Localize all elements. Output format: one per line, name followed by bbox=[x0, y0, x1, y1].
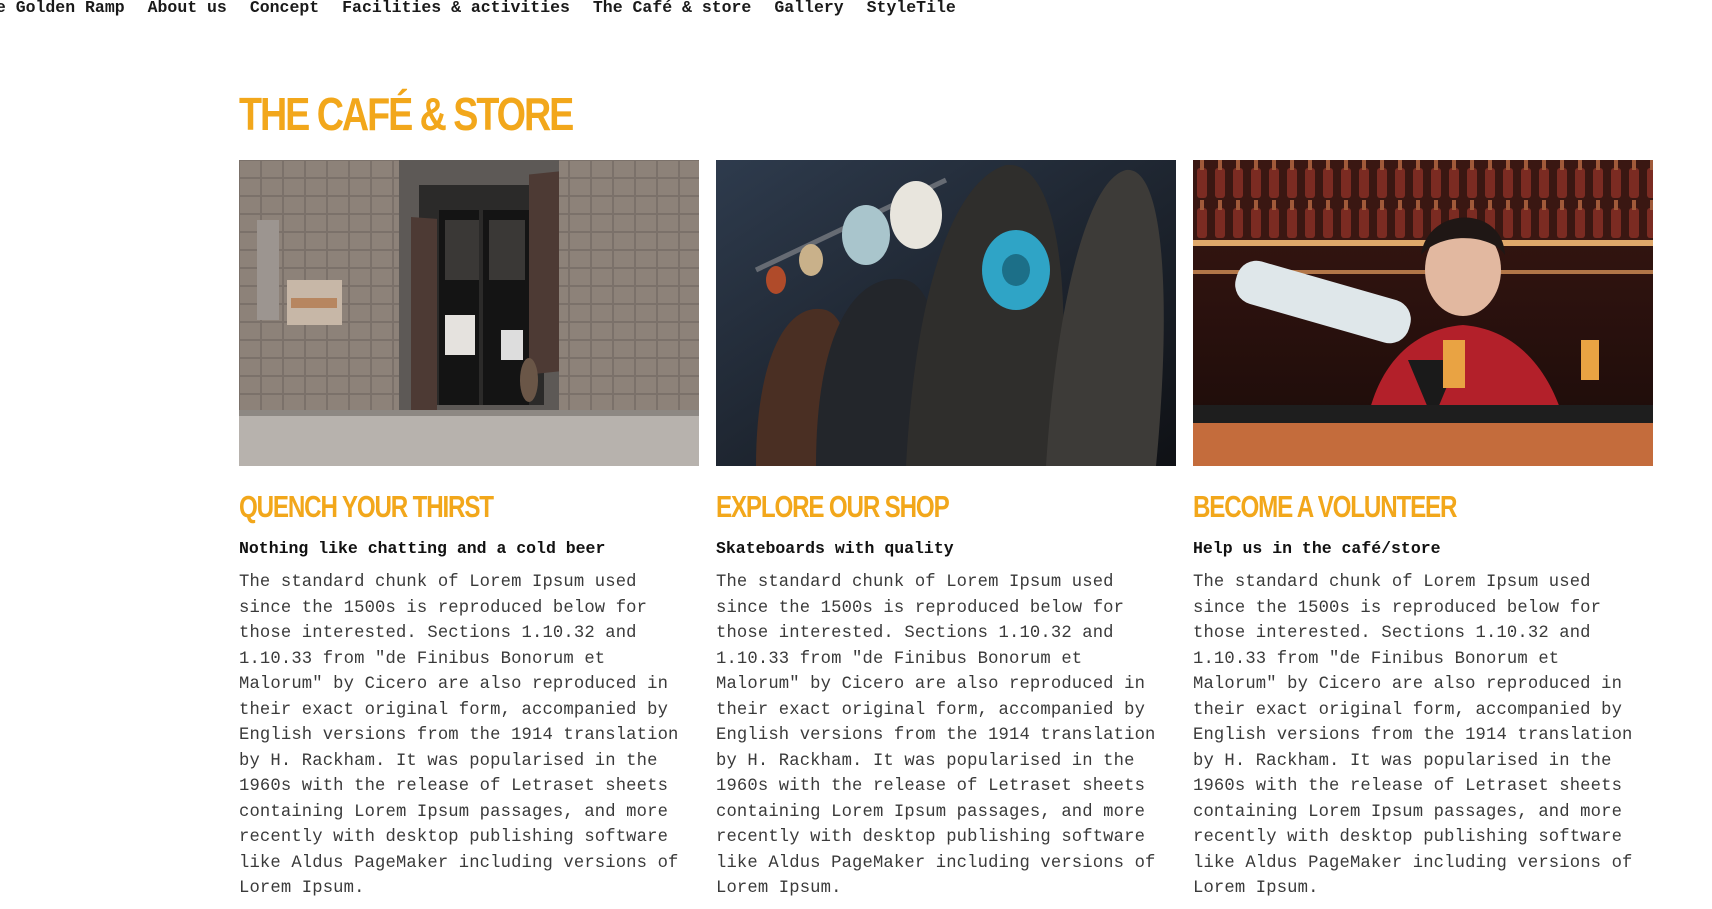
card-body-text: The standard chunk of Lorem Ipsum used s… bbox=[1193, 573, 1633, 898]
skateboards-photo bbox=[716, 160, 1176, 466]
card-grid: QUENCH YOUR THIRST Nothing like chatting… bbox=[239, 160, 1653, 902]
nav-link-home[interactable]: he Golden Ramp bbox=[0, 0, 125, 22]
section-title: THE CAFÉ & STORE bbox=[239, 88, 574, 140]
store-entrance-photo bbox=[239, 160, 699, 466]
nav-link-concept[interactable]: Concept bbox=[250, 0, 319, 22]
card-heading: EXPLORE OUR SHOP bbox=[716, 489, 950, 524]
card-subheading: Nothing like chatting and a cold beer bbox=[239, 539, 606, 558]
nav-link-about[interactable]: About us bbox=[148, 0, 227, 22]
card-heading: QUENCH YOUR THIRST bbox=[239, 489, 494, 524]
card-body-text: The standard chunk of Lorem Ipsum used s… bbox=[716, 573, 1156, 898]
card-body-text: The standard chunk of Lorem Ipsum used s… bbox=[239, 573, 679, 898]
card-volunteer: BECOME A VOLUNTEER Help us in the café/s… bbox=[1193, 160, 1653, 902]
bartender-photo bbox=[1193, 160, 1653, 466]
card-subheading: Help us in the café/store bbox=[1193, 539, 1441, 558]
card-quench-thirst: QUENCH YOUR THIRST Nothing like chatting… bbox=[239, 160, 699, 902]
card-heading: BECOME A VOLUNTEER bbox=[1193, 489, 1457, 524]
nav-link-styletile[interactable]: StyleTile bbox=[867, 0, 956, 22]
card-subheading: Skateboards with quality bbox=[716, 539, 954, 558]
nav-link-facilities[interactable]: Facilities & activities bbox=[342, 0, 570, 22]
top-navigation: he Golden Ramp About us Concept Faciliti… bbox=[0, 0, 979, 22]
card-explore-shop: EXPLORE OUR SHOP Skateboards with qualit… bbox=[716, 160, 1176, 902]
nav-link-cafe-store[interactable]: The Café & store bbox=[593, 0, 751, 22]
nav-link-gallery[interactable]: Gallery bbox=[774, 0, 843, 22]
